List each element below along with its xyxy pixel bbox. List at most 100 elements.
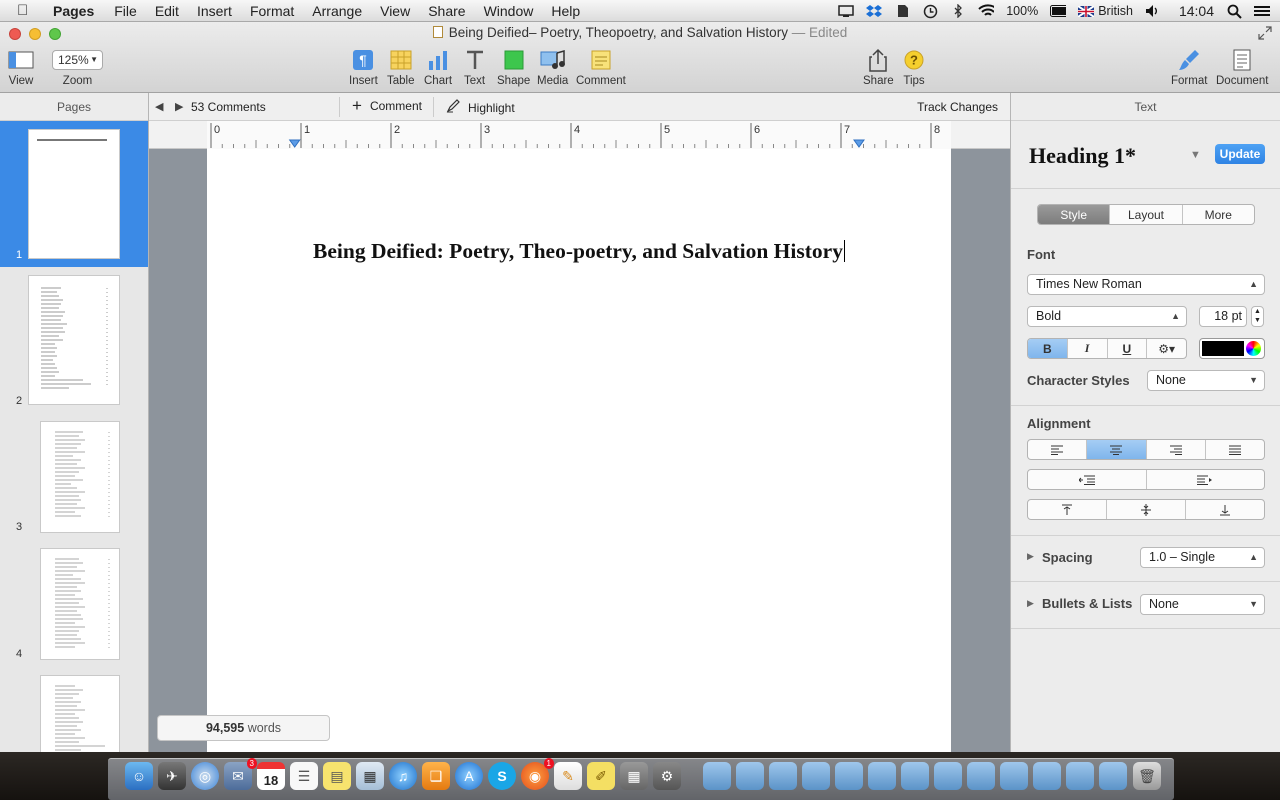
disclosure-triangle-icon[interactable]: ▶ (1027, 598, 1034, 609)
comment-toolbar-button[interactable]: Comment (576, 48, 626, 87)
folder-icon[interactable] (802, 762, 830, 790)
text-button[interactable]: Text (464, 48, 485, 87)
menu-window[interactable]: Window (484, 3, 534, 19)
folder-icon[interactable] (934, 762, 962, 790)
pages-icon[interactable]: ✎ (554, 762, 582, 790)
trash-icon[interactable]: 🗑 (1133, 762, 1161, 790)
update-style-button[interactable]: Update (1215, 144, 1265, 164)
browser-icon[interactable]: ◉ 1 (521, 758, 554, 790)
menu-share[interactable]: Share (428, 3, 465, 19)
launchpad-icon[interactable]: ✈ (158, 762, 186, 790)
app-store-icon[interactable]: A (455, 762, 483, 790)
track-changes-button[interactable]: Track Changes (917, 100, 998, 114)
comments-count[interactable]: 53 Comments (191, 100, 266, 114)
align-right-icon[interactable] (1147, 440, 1206, 459)
battery-icon[interactable] (1050, 4, 1067, 18)
calculator-icon[interactable]: ▦ (620, 762, 648, 790)
menu-file[interactable]: File (114, 3, 137, 19)
tab-layout[interactable]: Layout (1110, 205, 1183, 224)
tips-button[interactable]: ? Tips (903, 48, 925, 87)
bold-button[interactable]: B (1028, 339, 1068, 358)
bluetooth-icon[interactable] (950, 4, 966, 18)
menu-view[interactable]: View (380, 3, 410, 19)
bullets-popup[interactable]: None ▼ (1140, 594, 1265, 615)
spacing-popup[interactable]: 1.0 – Single ▲ (1140, 547, 1265, 568)
view-button[interactable]: View (8, 48, 34, 87)
align-middle-icon[interactable] (1107, 500, 1186, 519)
skype-icon[interactable]: S (488, 762, 516, 790)
chart-button[interactable]: Chart (424, 48, 452, 87)
align-center-icon[interactable] (1087, 440, 1147, 459)
wifi-icon[interactable] (978, 4, 995, 18)
document-heading[interactable]: Being Deified: Poetry, Theo-poetry, and … (207, 239, 951, 264)
previous-comment-icon[interactable]: ◀ (155, 100, 163, 113)
align-top-icon[interactable] (1028, 500, 1107, 519)
insert-button[interactable]: ¶ Insert (349, 48, 378, 87)
apple-menu-icon[interactable]:  (17, 2, 35, 19)
input-source[interactable]: British (1098, 4, 1133, 18)
paragraph-style-name[interactable]: Heading 1* (1029, 143, 1136, 169)
menu-edit[interactable]: Edit (155, 3, 179, 19)
horizontal-ruler[interactable]: 0 1 2 3 4 5 6 7 8 (149, 121, 1010, 149)
folder-icon[interactable] (901, 762, 929, 790)
display-icon[interactable] (838, 4, 854, 18)
folder-icon[interactable] (1066, 762, 1094, 790)
tab-style[interactable]: Style (1038, 205, 1111, 224)
page-thumbnail-1[interactable] (28, 129, 120, 259)
character-styles-popup[interactable]: None ▼ (1147, 370, 1265, 391)
font-family-popup[interactable]: Times New Roman ▲ (1027, 274, 1265, 295)
zoom-control[interactable]: 125% ▼ Zoom (52, 48, 103, 87)
spacing-label[interactable]: Spacing (1042, 550, 1093, 565)
menu-insert[interactable]: Insert (197, 3, 232, 19)
format-button[interactable]: Format (1171, 48, 1207, 87)
heading-text[interactable]: Being Deified: Poetry, Theo-poetry, and … (313, 239, 843, 263)
disclosure-triangle-icon[interactable]: ▶ (1027, 551, 1034, 562)
itunes-icon[interactable]: ♫ (389, 762, 417, 790)
next-comment-icon[interactable]: ▶ (175, 100, 183, 113)
reminders-icon[interactable]: ☰ (290, 762, 318, 790)
text-options-gear-icon[interactable]: ⚙▾ (1147, 339, 1186, 358)
page-thumbnail-3[interactable] (40, 421, 120, 533)
fullscreen-icon[interactable] (1258, 26, 1272, 40)
align-justify-icon[interactable] (1206, 440, 1264, 459)
share-button[interactable]: Share (863, 48, 894, 87)
align-bottom-icon[interactable] (1186, 500, 1264, 519)
evernote-icon[interactable] (894, 4, 910, 18)
safari-icon[interactable]: ◎ (191, 762, 219, 790)
finder-icon[interactable]: ☺ (125, 762, 153, 790)
time-machine-icon[interactable] (922, 4, 938, 18)
document-page[interactable]: Being Deified: Poetry, Theo-poetry, and … (207, 149, 951, 752)
menu-arrange[interactable]: Arrange (312, 3, 362, 19)
folder-icon[interactable] (1099, 762, 1127, 790)
notification-center-icon[interactable] (1254, 4, 1270, 18)
folder-icon[interactable] (1000, 762, 1028, 790)
media-button[interactable]: Media (537, 48, 568, 87)
menu-help[interactable]: Help (551, 3, 580, 19)
clock[interactable]: 14:04 (1179, 3, 1214, 19)
page-thumbnail-2[interactable] (28, 275, 120, 405)
shape-button[interactable]: Shape (497, 48, 530, 87)
italic-button[interactable]: I (1068, 339, 1108, 358)
align-left-icon[interactable] (1028, 440, 1088, 459)
color-wheel-icon[interactable] (1246, 341, 1261, 356)
notes-icon[interactable]: ✐ (587, 762, 615, 790)
system-preferences-icon[interactable]: ⚙ (653, 762, 681, 790)
menu-format[interactable]: Format (250, 3, 294, 19)
mail-icon[interactable]: ✉ 3 (224, 758, 257, 790)
bullets-lists-label[interactable]: Bullets & Lists (1042, 596, 1132, 611)
folder-icon[interactable] (868, 762, 896, 790)
preview-icon[interactable]: ▦ (356, 762, 384, 790)
documents-folder-icon[interactable] (736, 762, 764, 790)
spotlight-search-icon[interactable] (1226, 4, 1242, 19)
zoom-popup[interactable]: 125% ▼ (52, 50, 103, 70)
dropbox-icon[interactable] (866, 4, 883, 18)
folder-icon[interactable] (703, 762, 731, 790)
style-dropdown-icon[interactable]: ▼ (1190, 149, 1201, 161)
underline-button[interactable]: U (1108, 339, 1148, 358)
folder-icon[interactable] (1033, 762, 1061, 790)
increase-indent-icon[interactable] (1147, 470, 1265, 489)
downloads-folder-icon[interactable] (769, 762, 797, 790)
font-size-field[interactable]: 18 pt (1199, 306, 1247, 327)
ibooks-icon[interactable]: ❑ (422, 762, 450, 790)
typeface-popup[interactable]: Bold ▲ (1027, 306, 1187, 327)
